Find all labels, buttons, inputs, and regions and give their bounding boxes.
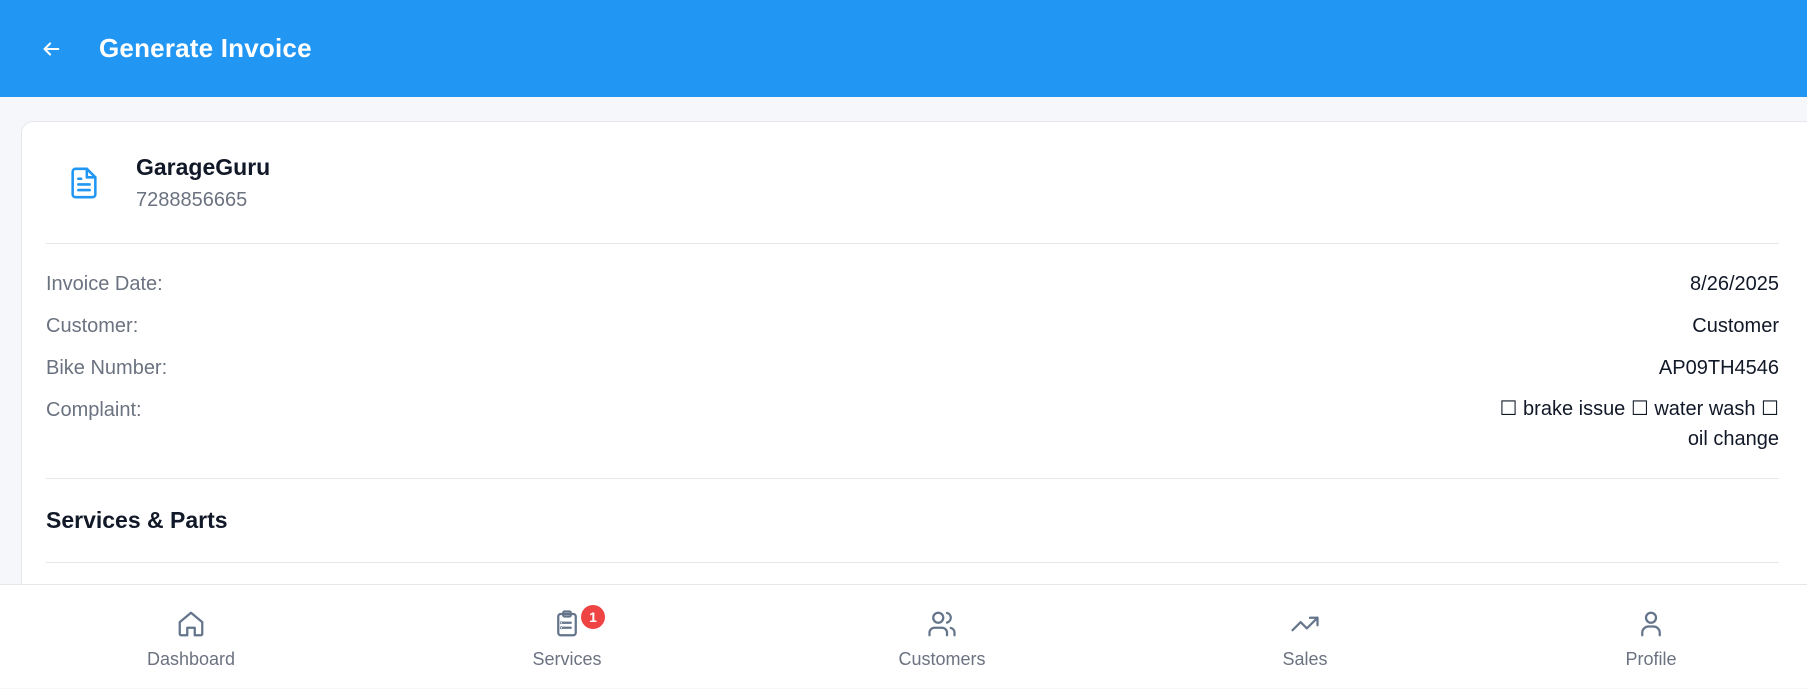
nav-profile[interactable]: Profile (1551, 585, 1751, 689)
app-bar: Generate Invoice (0, 0, 1807, 97)
home-icon (178, 611, 204, 637)
bottom-navigation: Dashboard 1 Services Customers Sales Pro… (0, 584, 1807, 688)
divider (46, 562, 1779, 563)
customer-value: Customer (1692, 315, 1779, 337)
user-icon (1641, 611, 1661, 637)
bike-number-value: AP09TH4546 (1658, 357, 1779, 379)
invoice-date-value: 8/26/2025 (1690, 273, 1779, 295)
nav-services-label: Services (532, 649, 602, 669)
bike-number-label: Bike Number: (46, 357, 168, 379)
business-name: GarageGuru (136, 154, 271, 180)
nav-dashboard-label: Dashboard (146, 649, 236, 669)
complaint-value: ☐ brake issue ☐ water wash ☐ oil change (1499, 398, 1779, 450)
invoice-date-label: Invoice Date: (46, 273, 163, 295)
nav-dashboard[interactable]: Dashboard (91, 585, 291, 689)
complaint-label: Complaint: (46, 399, 142, 421)
nav-customers-label: Customers (898, 649, 986, 669)
nav-sales[interactable]: Sales (1205, 585, 1405, 689)
back-button[interactable] (36, 34, 66, 64)
nav-customers[interactable]: Customers (842, 585, 1042, 689)
nav-sales-label: Sales (1282, 649, 1328, 669)
nav-services[interactable]: 1 Services (467, 585, 667, 689)
nav-profile-label: Profile (1625, 649, 1677, 669)
users-icon (928, 611, 956, 637)
business-phone: 7288856665 (136, 189, 248, 211)
trending-up-icon (1291, 616, 1319, 632)
document-icon (71, 167, 97, 199)
services-parts-heading: Services & Parts (46, 507, 228, 533)
clipboard-list-icon (557, 610, 577, 637)
page-title: Generate Invoice (99, 33, 312, 63)
arrow-left-icon (43, 42, 60, 56)
divider (46, 243, 1779, 244)
services-count-badge: 1 (581, 605, 605, 629)
divider (46, 478, 1779, 479)
invoice-card: GarageGuru 7288856665 Invoice Date: 8/26… (21, 121, 1807, 641)
customer-label: Customer: (46, 315, 139, 337)
